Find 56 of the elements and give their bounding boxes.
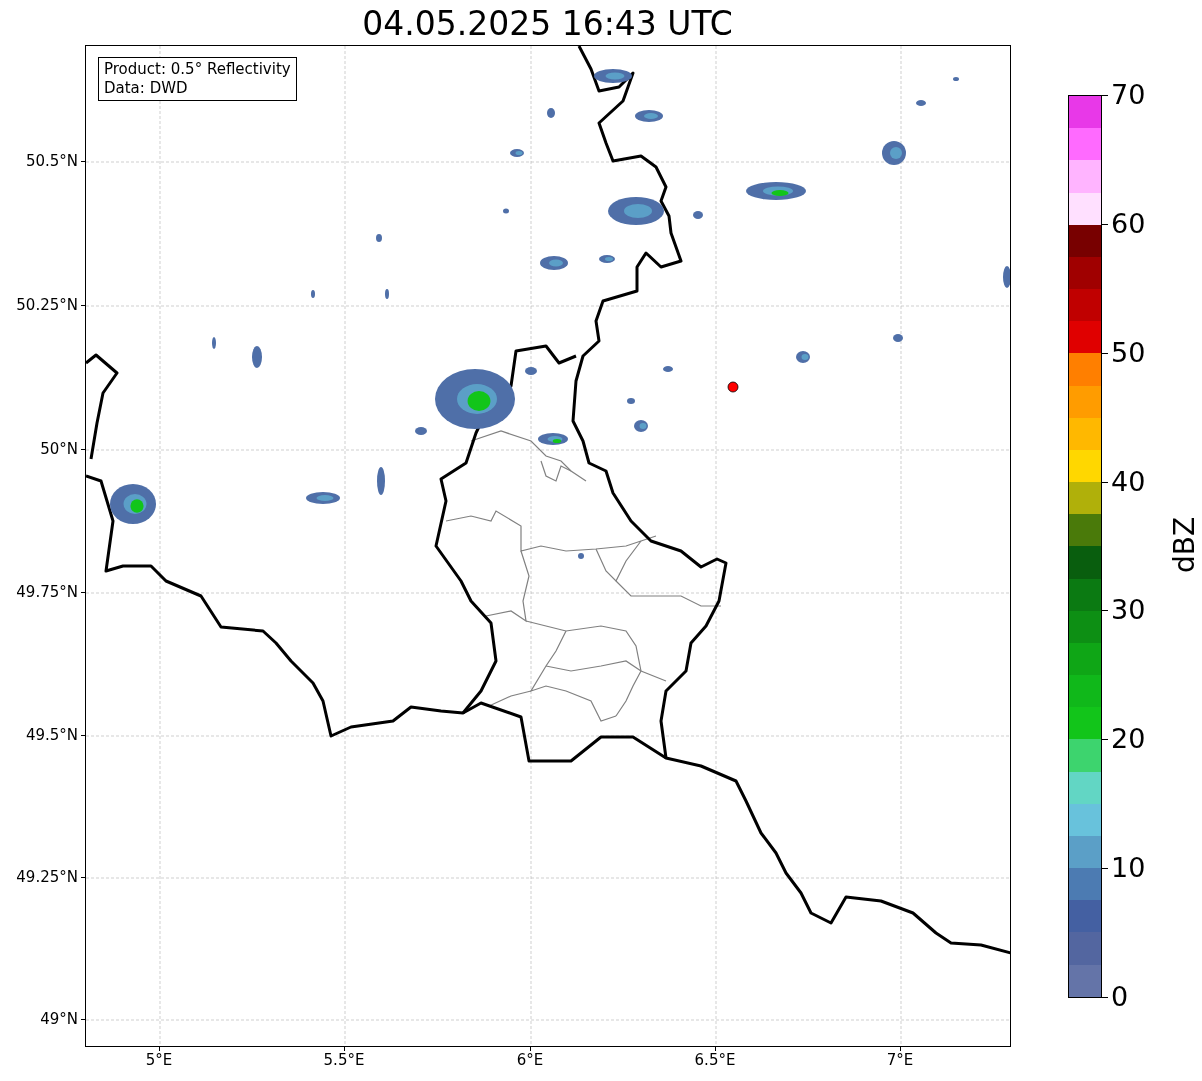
radar-echo bbox=[252, 346, 262, 368]
product-label: Product: 0.5° Reflectivity bbox=[104, 60, 291, 79]
colorbar-tick-label: 30 bbox=[1111, 595, 1146, 626]
chart-title: 04.05.2025 16:43 UTC bbox=[361, 4, 734, 44]
radar-echo bbox=[1003, 266, 1010, 288]
colorbar-tick-label: 0 bbox=[1111, 982, 1129, 1012]
radar-echo bbox=[110, 484, 156, 524]
latitude-label: 49°N bbox=[40, 1010, 78, 1028]
radar-echo bbox=[525, 367, 537, 375]
radar-echo bbox=[663, 366, 673, 372]
colorbar-tick-label: 10 bbox=[1111, 853, 1146, 884]
radar-echo bbox=[311, 290, 315, 298]
radar-echo bbox=[540, 256, 568, 270]
radar-echo bbox=[306, 492, 340, 504]
radar-echo bbox=[578, 553, 584, 559]
latitude-label: 50.25°N bbox=[16, 296, 78, 314]
latitude-label: 49.5°N bbox=[25, 726, 78, 744]
latitude-label: 50°N bbox=[40, 440, 78, 458]
colorbar-tick-label: 60 bbox=[1111, 208, 1146, 239]
radar-echo bbox=[608, 197, 664, 225]
radar-echo bbox=[635, 110, 663, 122]
radar-echo bbox=[746, 182, 806, 200]
radar-echo bbox=[594, 69, 632, 83]
radar-echo bbox=[882, 141, 906, 165]
radar-echo bbox=[538, 433, 568, 445]
colorbar-tick-label: 40 bbox=[1111, 466, 1146, 497]
longitude-label: 7°E bbox=[885, 1051, 915, 1069]
radar-echo bbox=[693, 211, 703, 219]
latitude-label: 50.5°N bbox=[25, 152, 78, 170]
radar-echo bbox=[547, 108, 555, 118]
radar-echo bbox=[634, 420, 648, 432]
latitude-label: 49.75°N bbox=[16, 583, 78, 601]
radar-echo bbox=[627, 398, 635, 404]
radar-echo bbox=[385, 289, 389, 299]
radar-echo bbox=[510, 149, 524, 157]
longitude-label: 5.5°E bbox=[322, 1051, 366, 1069]
radar-echo bbox=[599, 255, 615, 263]
longitude-label: 5°E bbox=[144, 1051, 174, 1069]
radar-echo bbox=[376, 234, 382, 242]
longitude-label: 6°E bbox=[515, 1051, 545, 1069]
radar-echo bbox=[796, 351, 810, 363]
radar-echo bbox=[212, 337, 216, 349]
radar-echo bbox=[503, 208, 509, 214]
colorbar-tick-label: 50 bbox=[1111, 337, 1146, 368]
latitude-label: 49.25°N bbox=[16, 868, 78, 886]
colorbar-tick-label: 20 bbox=[1111, 724, 1146, 755]
radar-echo bbox=[377, 467, 385, 495]
radar-echo bbox=[916, 100, 926, 106]
radar-echo bbox=[415, 427, 427, 435]
radar-echo bbox=[953, 77, 959, 81]
radar-echo bbox=[893, 334, 903, 342]
radar-site-marker bbox=[727, 381, 739, 393]
colorbar-tick-label: 70 bbox=[1111, 80, 1146, 110]
longitude-label: 6.5°E bbox=[693, 1051, 737, 1069]
data-source-label: Data: DWD bbox=[104, 79, 189, 98]
colorbar-label: dBZ bbox=[1168, 516, 1202, 574]
